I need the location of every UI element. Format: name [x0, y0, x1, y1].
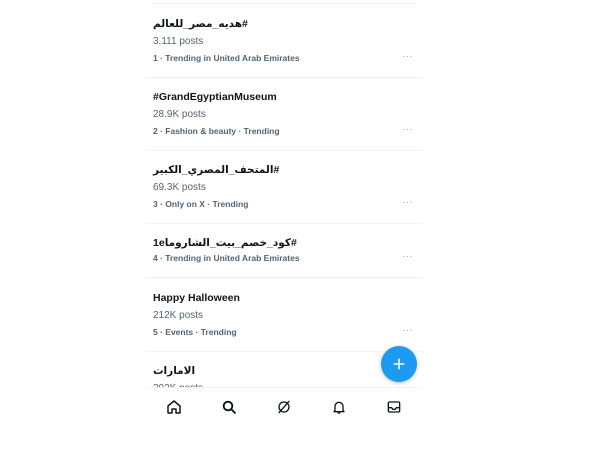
- trend-context: 3 · Only on X · Trending: [153, 199, 249, 209]
- more-options-icon[interactable]: ···: [403, 251, 414, 261]
- trend-title: #GrandEgyptianMuseum: [153, 91, 277, 103]
- more-options-icon[interactable]: ···: [403, 197, 414, 207]
- trend-title: #المتحف_المصري_الكبير: [153, 164, 280, 176]
- plus-icon: [393, 358, 405, 370]
- more-options-icon[interactable]: ···: [403, 51, 414, 61]
- trend-item-3[interactable]: #المتحف_المصري_الكبير 69.3K posts 3 · On…: [146, 150, 423, 224]
- mail-icon[interactable]: [380, 393, 408, 421]
- trending-panel: #هديه_مصر_للعالم 3,111 posts 1 · Trendin…: [146, 0, 423, 449]
- trend-post-count: 69.3K posts: [153, 182, 206, 193]
- bell-icon[interactable]: [325, 393, 353, 421]
- trend-title: #هديه_مصر_للعالم: [153, 18, 248, 30]
- more-options-icon[interactable]: ···: [403, 124, 414, 134]
- trend-title: الامارات: [153, 365, 196, 377]
- bottom-navigation: [146, 387, 423, 434]
- trend-item-2[interactable]: #GrandEgyptianMuseum 28.9K posts 2 · Fas…: [146, 77, 423, 151]
- trend-post-count: 3,111 posts: [153, 36, 204, 47]
- trend-title: Happy Halloween: [153, 292, 240, 304]
- trend-title: #كود_خصم_بيت_الشاروما1e: [153, 237, 297, 249]
- compose-post-button[interactable]: [381, 346, 417, 382]
- trend-post-count: 212K posts: [153, 310, 204, 321]
- trend-item-4[interactable]: #كود_خصم_بيت_الشاروما1e 4 · Trending in …: [146, 223, 423, 278]
- trend-context: 4 · Trending in United Arab Emirates: [153, 253, 300, 263]
- trend-item-1[interactable]: #هديه_مصر_للعالم 3,111 posts 1 · Trendin…: [146, 4, 423, 78]
- trend-post-count: 28.9K posts: [153, 109, 206, 120]
- trend-context: 5 · Events · Trending: [153, 327, 237, 337]
- bottom-safe-area: [146, 433, 423, 449]
- trend-context: 1 · Trending in United Arab Emirates: [153, 53, 300, 63]
- home-icon[interactable]: [160, 393, 188, 421]
- trend-item-5[interactable]: Happy Halloween 212K posts 5 · Events · …: [146, 278, 423, 352]
- grok-icon[interactable]: [270, 393, 298, 421]
- search-icon[interactable]: [215, 393, 243, 421]
- more-options-icon[interactable]: ···: [403, 325, 414, 335]
- trend-context: 2 · Fashion & beauty · Trending: [153, 126, 280, 136]
